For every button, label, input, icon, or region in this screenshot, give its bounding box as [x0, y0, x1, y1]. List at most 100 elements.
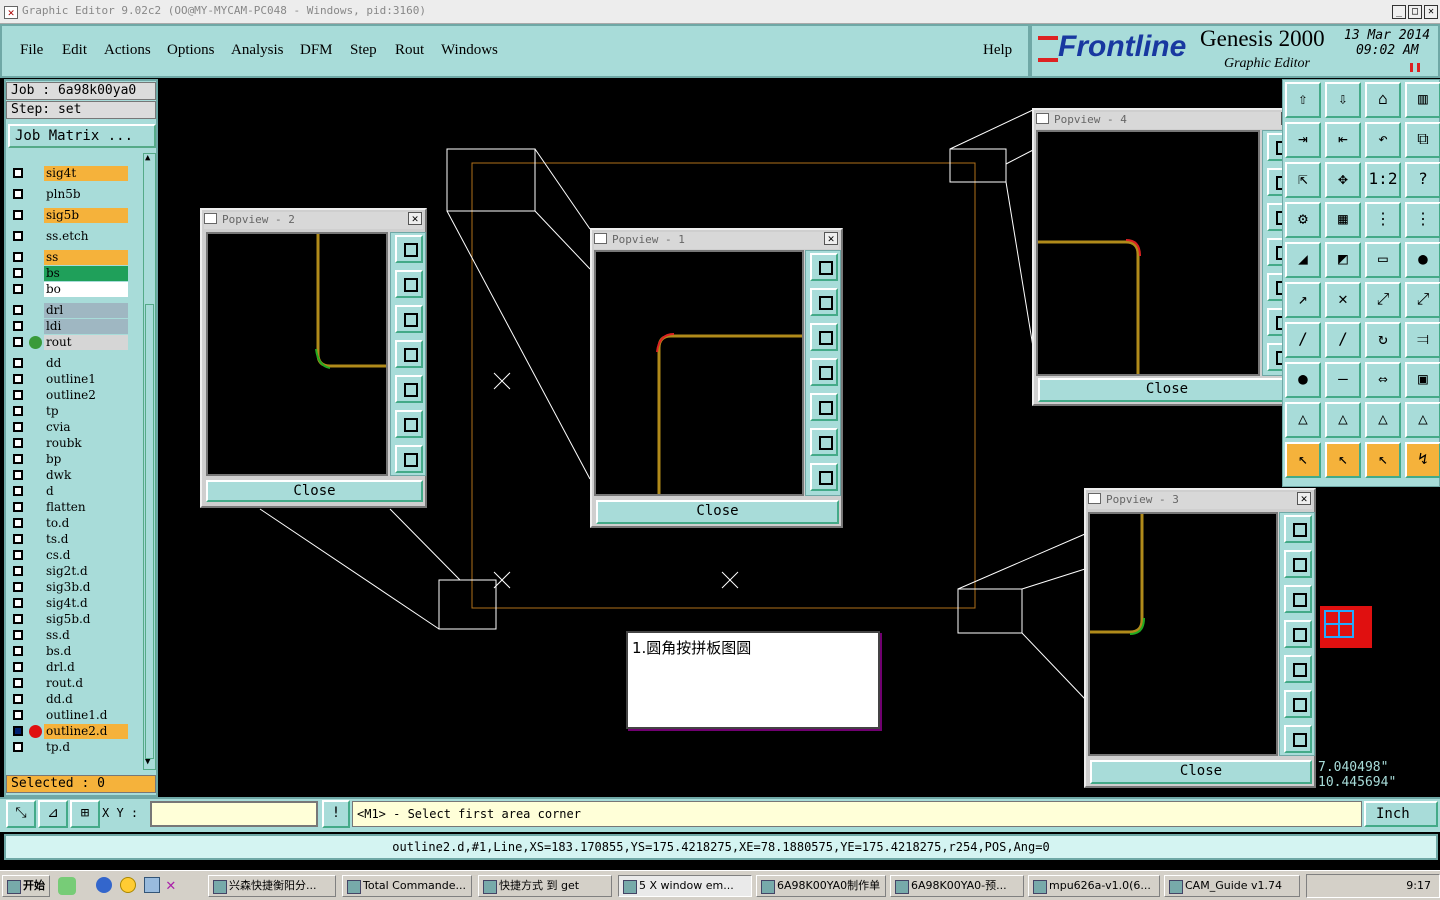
layer-row[interactable]: sig4t.d	[10, 596, 128, 611]
popview-3-close-button[interactable]: Close	[1090, 760, 1312, 784]
popview-tool-button[interactable]	[810, 253, 838, 281]
pause-icon[interactable]	[1410, 63, 1420, 72]
layer-checkbox[interactable]	[13, 438, 23, 448]
layer-checkbox[interactable]	[13, 454, 23, 464]
layer-checkbox[interactable]	[13, 486, 23, 496]
popview-3-close-icon[interactable]: ✕	[1297, 492, 1311, 505]
grid-snap-icon[interactable]: ⊞	[70, 800, 100, 828]
layer-checkbox[interactable]	[13, 422, 23, 432]
maximize-button[interactable]: □	[1408, 5, 1422, 19]
popview-tool-button[interactable]	[1284, 655, 1312, 683]
popview-tool-button[interactable]	[810, 323, 838, 351]
tool-button-icon[interactable]: ↖	[1365, 442, 1401, 478]
tool-button-icon[interactable]: ◩	[1325, 242, 1361, 278]
layer-checkbox[interactable]	[13, 646, 23, 656]
tool-button-icon[interactable]: ▦	[1325, 202, 1361, 238]
tool-button-icon[interactable]: ●	[1405, 242, 1440, 278]
popview-tool-button[interactable]	[1284, 690, 1312, 718]
tool-button-icon[interactable]: ↖	[1285, 442, 1321, 478]
taskbar-item[interactable]: Total Commande...	[342, 875, 472, 897]
menu-windows[interactable]: Windows	[441, 42, 498, 59]
alert-icon[interactable]: !	[322, 800, 350, 828]
layer-checkbox[interactable]	[13, 518, 23, 528]
layer-row[interactable]: ss.d	[10, 628, 128, 643]
tool-button-icon[interactable]: ⇩	[1325, 82, 1361, 118]
layer-row[interactable]: bs	[10, 266, 128, 281]
popview-tool-button[interactable]	[810, 358, 838, 386]
layer-checkbox[interactable]	[13, 168, 23, 178]
clock-app-icon[interactable]	[120, 877, 136, 893]
tool-button-icon[interactable]: —	[1325, 362, 1361, 398]
layer-checkbox[interactable]	[13, 694, 23, 704]
layer-row[interactable]: sig5b	[10, 208, 128, 223]
layer-row[interactable]: ss.etch	[10, 229, 128, 244]
tool-button-icon[interactable]: ⧉	[1405, 122, 1440, 158]
tool-button-icon[interactable]: △	[1365, 402, 1401, 438]
tool-button-icon[interactable]: △	[1285, 402, 1321, 438]
layer-checkbox[interactable]	[13, 252, 23, 262]
popview-1-close-icon[interactable]: ✕	[824, 232, 838, 245]
tool-button-icon[interactable]: ▭	[1365, 242, 1401, 278]
layer-row[interactable]: bo	[10, 282, 128, 297]
layer-checkbox[interactable]	[13, 321, 23, 331]
popview-tool-button[interactable]	[395, 305, 423, 333]
popview-tool-button[interactable]	[810, 463, 838, 491]
scroll-thumb[interactable]	[145, 304, 154, 759]
layer-row[interactable]: outline2.d	[10, 724, 128, 739]
layer-row[interactable]: ldi	[10, 319, 128, 334]
layer-checkbox[interactable]	[13, 566, 23, 576]
layer-row[interactable]: tp.d	[10, 740, 128, 755]
menu-file[interactable]: File	[20, 42, 43, 59]
layer-row[interactable]: rout.d	[10, 676, 128, 691]
tool-button-icon[interactable]: ?	[1405, 162, 1440, 198]
menu-actions[interactable]: Actions	[104, 42, 151, 59]
tool-button-icon[interactable]: ⇤	[1325, 122, 1361, 158]
popview-tool-button[interactable]	[395, 270, 423, 298]
layer-checkbox[interactable]	[13, 305, 23, 315]
popview-4-close-button[interactable]: Close	[1038, 378, 1296, 402]
layer-checkbox[interactable]	[13, 662, 23, 672]
tool-button-icon[interactable]: ●	[1285, 362, 1321, 398]
layer-row[interactable]: outline2	[10, 388, 128, 403]
layer-row[interactable]: ts.d	[10, 532, 128, 547]
layer-checkbox[interactable]	[13, 210, 23, 220]
taskbar-item[interactable]: 快捷方式 到 get	[478, 875, 612, 897]
popview-tool-button[interactable]	[1284, 585, 1312, 613]
ie-icon[interactable]	[96, 877, 112, 893]
close-window-button[interactable]: ✕	[1424, 5, 1438, 19]
layer-checkbox[interactable]	[13, 337, 23, 347]
layer-row[interactable]: sig3b.d	[10, 580, 128, 595]
tool-button-icon[interactable]: ⇥	[1285, 122, 1321, 158]
popview-tool-button[interactable]	[395, 410, 423, 438]
layer-checkbox[interactable]	[13, 678, 23, 688]
tool-button-icon[interactable]: ↖	[1325, 442, 1361, 478]
layer-checkbox[interactable]	[13, 374, 23, 384]
measure-icon[interactable]: ⊿	[38, 800, 68, 828]
layer-checkbox[interactable]	[13, 390, 23, 400]
popview-tool-button[interactable]	[810, 393, 838, 421]
units-selector[interactable]: Inch	[1364, 801, 1438, 827]
layer-row[interactable]: sig2t.d	[10, 564, 128, 579]
menu-step[interactable]: Step	[350, 42, 377, 59]
layer-row[interactable]: drl	[10, 303, 128, 318]
popview-tool-button[interactable]	[810, 428, 838, 456]
tool-button-icon[interactable]: △	[1325, 402, 1361, 438]
layer-checkbox[interactable]	[13, 231, 23, 241]
tool-button-icon[interactable]: ⋮	[1405, 202, 1440, 238]
scroll-down-icon[interactable]: ▼	[145, 758, 154, 768]
menu-edit[interactable]: Edit	[62, 42, 87, 59]
layer-row[interactable]: tp	[10, 404, 128, 419]
tool-button-icon[interactable]: ↯	[1405, 442, 1440, 478]
tool-button-icon[interactable]: ✕	[1325, 282, 1361, 318]
menu-analysis[interactable]: Analysis	[231, 42, 284, 59]
popview-tool-button[interactable]	[1284, 725, 1312, 753]
quicklaunch-icon[interactable]	[144, 877, 160, 893]
menu-options[interactable]: Options	[167, 42, 215, 59]
layer-row[interactable]: flatten	[10, 500, 128, 515]
tool-button-icon[interactable]: ⇧	[1285, 82, 1321, 118]
tool-button-icon[interactable]: ⇔	[1365, 362, 1401, 398]
tool-button-icon[interactable]: /	[1285, 322, 1321, 358]
start-button[interactable]: 开始	[2, 875, 50, 897]
tool-button-icon[interactable]: ⋮	[1365, 202, 1401, 238]
tool-button-icon[interactable]: 1:2	[1365, 162, 1401, 198]
